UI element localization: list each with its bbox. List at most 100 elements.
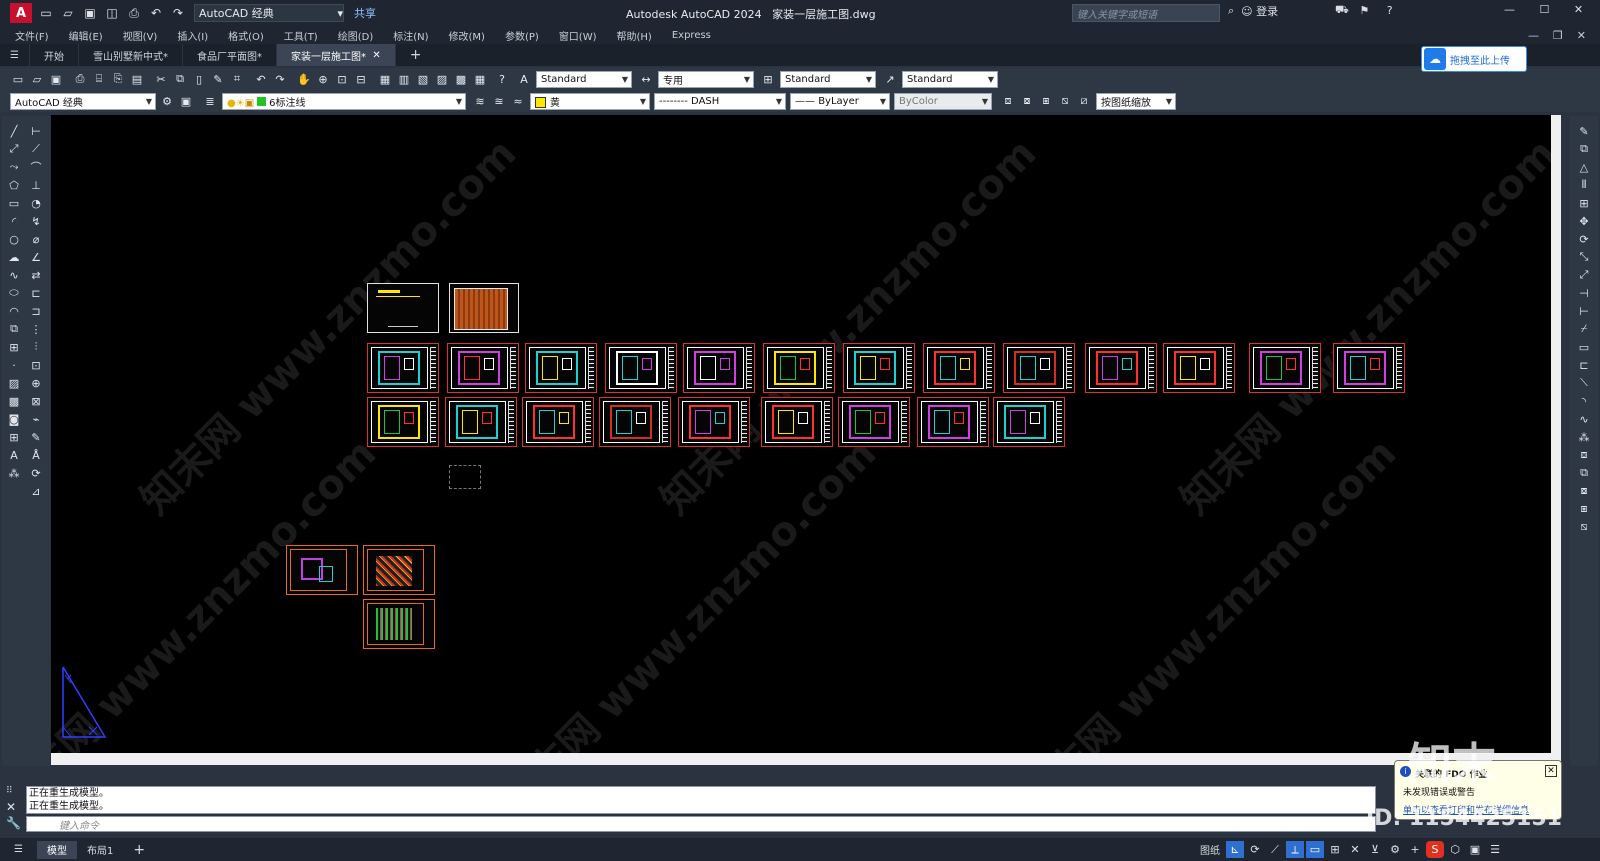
drawing-sheet[interactable] (838, 397, 910, 447)
radius-dim-icon[interactable]: ◔ (26, 194, 46, 212)
viewport-poly-icon[interactable]: ⧆ (1038, 93, 1054, 109)
dim-style-icon[interactable]: ↔ (638, 71, 654, 87)
drawing-sheet[interactable] (449, 283, 519, 333)
customize-status-icon[interactable]: ☰ (1486, 841, 1504, 858)
pan-icon[interactable]: ✋ (296, 71, 312, 87)
lineweight-toggle-icon[interactable]: ▭ (1306, 841, 1324, 858)
jogged-dim-icon[interactable]: ↯ (26, 212, 46, 230)
point-icon[interactable]: · (4, 356, 24, 374)
multileader-style-select[interactable]: Standard ▼ (902, 70, 998, 88)
drawing-sheet[interactable] (678, 397, 750, 447)
line-icon[interactable]: ╱ (4, 122, 24, 140)
extend-icon[interactable]: ⊢ (1574, 302, 1594, 320)
menu-window[interactable]: 窗口(W) (559, 28, 597, 43)
spline-icon[interactable]: ∿ (4, 266, 24, 284)
quick-dim-icon[interactable]: ⇄ (26, 266, 46, 284)
draworder-icon[interactable]: ⧈ (1574, 446, 1594, 464)
tab-jiazhuang[interactable]: 家装一层施工图* ✕ (276, 44, 396, 66)
menu-view[interactable]: 视图(V) (123, 28, 158, 43)
erase-icon[interactable]: ✎ (1574, 122, 1594, 140)
tab-close-icon[interactable]: ✕ (372, 50, 380, 61)
fillet-icon[interactable]: ◝ (1574, 392, 1594, 410)
undo-icon[interactable]: ↶ (148, 5, 164, 21)
cut-icon[interactable]: ✂ (153, 71, 169, 87)
open-icon[interactable]: ▱ (29, 71, 45, 87)
center-mark-icon[interactable]: ⊕ (26, 374, 46, 392)
workspace-combo[interactable]: AutoCAD 经典 ▼ (10, 92, 156, 110)
bring-front-icon[interactable]: ⧉ (1574, 464, 1594, 482)
rotate-icon[interactable]: ⟳ (1574, 230, 1594, 248)
dim-text-edit-icon[interactable]: Å (26, 446, 46, 464)
undo-icon[interactable]: ↶ (253, 71, 269, 87)
table-icon[interactable]: ⊞ (4, 428, 24, 446)
hardware-accel-icon[interactable]: ⬡ (1446, 841, 1464, 858)
drawing-sheet[interactable] (367, 283, 439, 333)
maximize-icon[interactable]: ☐ (1539, 3, 1549, 16)
menu-insert[interactable]: 插入(I) (177, 28, 208, 43)
drawing-sheet[interactable] (1085, 343, 1157, 393)
menu-file[interactable]: 文件(F) (15, 28, 49, 43)
new-file-icon[interactable]: ▭ (38, 5, 54, 21)
qnew-icon[interactable]: ▭ (10, 71, 26, 87)
drawing-sheet[interactable] (286, 545, 358, 595)
drawing-sheet[interactable] (367, 343, 439, 393)
offset-icon[interactable]: ⫴ (1574, 176, 1594, 194)
doc-window-controls[interactable]: — ❐ ✕ (1528, 29, 1586, 42)
save-icon[interactable]: ▣ (48, 71, 64, 87)
snap-icon[interactable]: ⊾ (1226, 841, 1244, 858)
clean-screen-icon[interactable]: ▣ (178, 93, 194, 109)
send-back-icon[interactable]: ⧇ (1574, 482, 1594, 500)
upload-button[interactable]: ☁ 拖拽至此上传 (1421, 46, 1527, 72)
user-icon[interactable]: ☺ (1241, 5, 1252, 18)
plotstyle-select[interactable]: ByColor ▼ (894, 92, 992, 110)
jogged-linear-icon[interactable]: ⌁ (26, 410, 46, 428)
hatch-icon[interactable]: ▨ (4, 374, 24, 392)
design-center-icon[interactable]: ▥ (396, 71, 412, 87)
autocad-logo-icon[interactable]: A (10, 3, 32, 23)
tab-layout1[interactable]: 布局1 (77, 841, 123, 859)
drawing-sheet[interactable] (1333, 343, 1405, 393)
trim-icon[interactable]: ⊣ (1574, 284, 1594, 302)
insert-block-icon[interactable]: ⧉ (4, 320, 24, 338)
viewport-clip-icon[interactable]: ⧇ (1019, 93, 1035, 109)
color-select[interactable]: 黄 ▼ (530, 92, 650, 110)
drawing-sheet[interactable] (363, 599, 435, 649)
baseline-dim-icon[interactable]: ⊏ (26, 284, 46, 302)
make-block-icon[interactable]: ⊞ (4, 338, 24, 356)
inspection-icon[interactable]: ⊠ (26, 392, 46, 410)
explode-icon[interactable]: ⁂ (1574, 428, 1594, 446)
menu-edit[interactable]: 编辑(E) (69, 28, 103, 43)
menu-parametric[interactable]: 参数(P) (505, 28, 539, 43)
zoom-realtime-icon[interactable]: ⊕ (315, 71, 331, 87)
dim-update-icon[interactable]: ⟳ (26, 464, 46, 482)
multileader-style-icon[interactable]: ↗ (882, 71, 898, 87)
command-input[interactable]: 键入命令 (26, 816, 1376, 832)
tolerance-icon[interactable]: ⊡ (26, 356, 46, 374)
isodraft-icon[interactable]: ⟂ (1286, 841, 1304, 858)
menu-help[interactable]: 帮助(H) (617, 28, 652, 43)
menu-dimension[interactable]: 标注(N) (393, 28, 428, 43)
redo-icon[interactable]: ↷ (272, 71, 288, 87)
horizontal-scrollbar[interactable] (51, 753, 1561, 765)
command-grip-icon[interactable]: ⠿ (6, 786, 13, 796)
workspace-settings-icon[interactable]: ⚙ (159, 93, 175, 109)
viewport-scale-select[interactable]: 按图纸缩放 ▼ (1096, 92, 1176, 110)
copy-icon[interactable]: ⧉ (172, 71, 188, 87)
viewport-icon[interactable]: ⧈ (1000, 93, 1016, 109)
dim-edit-icon[interactable]: ✎ (26, 428, 46, 446)
tab-start[interactable]: 开始 (30, 44, 79, 66)
print-icon[interactable]: ⎙ (126, 5, 142, 21)
save-as-icon[interactable]: ◫ (104, 5, 120, 21)
cart-icon[interactable]: ⛟ (1335, 3, 1349, 18)
command-customize-icon[interactable]: 🔧 (6, 816, 21, 830)
chamfer-icon[interactable]: ⟍ (1574, 374, 1594, 392)
rectangle-icon[interactable]: ▭ (4, 194, 24, 212)
tab-xueshan[interactable]: 雪山别墅新中式* (79, 44, 183, 66)
help-icon[interactable]: ? (1387, 4, 1393, 17)
menu-hamburger-icon[interactable]: ☰ (0, 44, 30, 66)
menu-format[interactable]: 格式(O) (228, 28, 264, 43)
continue-dim-icon[interactable]: ⊐ (26, 302, 46, 320)
zoom-previous-icon[interactable]: ⊟ (353, 71, 369, 87)
calculator-icon[interactable]: ▦ (472, 71, 488, 87)
layer-properties-icon[interactable]: ≣ (202, 93, 218, 109)
